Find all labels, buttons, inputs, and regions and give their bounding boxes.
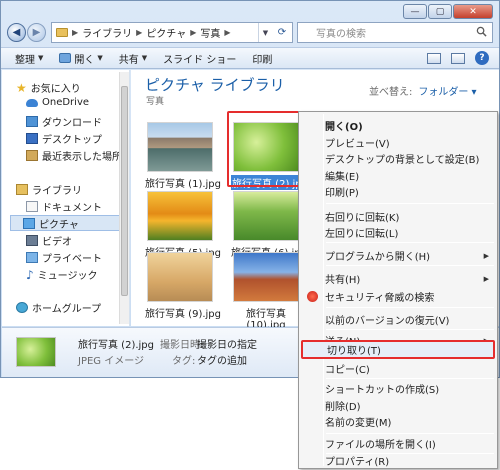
menu-item-rename[interactable]: 名前の変更(M) — [301, 412, 495, 431]
nav-onedrive[interactable]: OneDrive — [26, 97, 89, 108]
navigation-pane: ★ お気に入り OneDrive ダウンロード デスクトップ 最近表示した場所 … — [2, 70, 130, 326]
submenu-arrow-icon: ▶ — [483, 274, 489, 283]
command-bar: 整理 ▼ 開く ▼ 共有 ▼ スライド ショー 印刷 ? — [1, 47, 499, 69]
highlight-box — [227, 111, 305, 187]
menu-item-open-with[interactable]: プログラムから開く(H) ▶ — [301, 246, 495, 265]
chevron-down-icon: ▼ — [38, 54, 44, 62]
details-filename: 旅行写真 (2).jpg — [78, 340, 154, 351]
private-folder-icon — [26, 252, 38, 263]
photo-thumbnail — [233, 252, 299, 302]
cloud-icon — [26, 98, 38, 107]
nav-downloads[interactable]: ダウンロード — [26, 114, 102, 129]
details-date-value[interactable]: 撮影日の指定 — [197, 336, 257, 351]
homegroup-icon — [16, 302, 28, 313]
help-icon[interactable]: ? — [475, 51, 489, 65]
navpane-scrollbar[interactable] — [119, 72, 129, 324]
preview-pane-icon[interactable] — [451, 52, 465, 64]
menu-item-share[interactable]: 共有(H) ▶ — [301, 269, 495, 288]
address-bar[interactable]: ▶ ライブラリ ▶ ピクチャ ▶ 写真 ▶ ▼ ⟳ — [51, 22, 293, 43]
library-icon — [16, 184, 28, 195]
menu-separator — [326, 265, 494, 266]
nav-libraries[interactable]: ライブラリ — [16, 182, 82, 197]
breadcrumb: ライブラリ ▶ ピクチャ ▶ 写真 ▶ — [82, 25, 230, 40]
nav-favorites[interactable]: ★ お気に入り — [16, 80, 81, 96]
nav-documents[interactable]: ドキュメント — [26, 199, 102, 214]
context-menu: 開く(O) プレビュー(V) デスクトップの背景として設定(B) 編集(E) 印… — [298, 111, 498, 469]
window-controls: — ▢ ✕ — [403, 4, 493, 19]
print-button[interactable]: 印刷 — [252, 51, 272, 66]
library-title: ピクチャ ライブラリ — [145, 76, 285, 94]
file-tile[interactable]: 旅行写真 (1).jpg — [145, 122, 221, 190]
nav-videos[interactable]: ビデオ — [26, 233, 72, 248]
details-type: JPEG イメージ — [78, 356, 145, 367]
minimize-button[interactable]: — — [403, 4, 427, 19]
open-icon — [59, 53, 72, 63]
share-button[interactable]: 共有 ▼ — [119, 51, 147, 66]
menu-separator — [326, 203, 494, 204]
nav-recent-places[interactable]: 最近表示した場所 — [26, 148, 122, 163]
nav-music[interactable]: ♪ ミュージック — [26, 267, 97, 283]
open-button[interactable]: 開く ▼ — [59, 51, 103, 66]
change-view-icon[interactable] — [427, 52, 441, 64]
slideshow-button[interactable]: スライド ショー — [163, 51, 236, 66]
search-icon[interactable] — [476, 26, 487, 37]
details-tag-value[interactable]: タグの追加 — [197, 352, 247, 367]
forward-button[interactable]: ▶ — [27, 23, 46, 42]
file-tile[interactable]: 旅行写真 (10).jpg — [231, 252, 305, 331]
close-button[interactable]: ✕ — [453, 4, 493, 19]
arrange-by: 並べ替え: フォルダー ▾ — [369, 87, 477, 98]
chevron-down-icon: ▼ — [141, 54, 148, 62]
nav-private[interactable]: プライベート — [26, 250, 102, 265]
recent-places-icon — [26, 150, 38, 161]
photo-thumbnail — [147, 191, 213, 241]
security-shield-icon — [307, 291, 318, 302]
address-dropdown-button[interactable]: ▼ — [258, 23, 272, 42]
search-input[interactable]: 写真の検索 — [297, 22, 493, 43]
video-icon — [26, 235, 38, 246]
details-tag-label: タグ: — [172, 356, 196, 367]
file-tile[interactable]: 旅行写真 (9).jpg — [145, 252, 221, 320]
arrange-by-dropdown[interactable]: フォルダー ▾ — [418, 87, 476, 98]
file-tile[interactable]: 旅行写真 (6).jpg — [231, 191, 307, 259]
maximize-button[interactable]: ▢ — [428, 4, 452, 19]
back-button[interactable]: ◀ — [7, 23, 26, 42]
menu-separator — [326, 329, 494, 330]
organize-button[interactable]: 整理 ▼ — [15, 51, 43, 66]
document-icon — [26, 201, 38, 212]
folder-icon — [56, 28, 68, 37]
menu-item-security-scan[interactable]: セキュリティ脅威の検索 — [301, 287, 495, 306]
menu-item-rotate-left[interactable]: 左回りに回転(L) — [301, 223, 495, 242]
chevron-down-icon: ▼ — [97, 54, 103, 62]
pictures-icon — [23, 217, 35, 229]
details-thumbnail — [16, 337, 56, 367]
menu-item-restore-versions[interactable]: 以前のバージョンの復元(V) — [301, 310, 495, 329]
nav-homegroup[interactable]: ホームグループ — [16, 300, 101, 315]
refresh-icon[interactable]: ⟳ — [272, 23, 292, 42]
desktop-icon — [26, 133, 38, 144]
search-placeholder: 写真の検索 — [316, 29, 366, 40]
menu-item-cut[interactable]: 切り取り(T) — [301, 340, 495, 359]
music-icon: ♪ — [26, 267, 34, 282]
menu-separator — [326, 307, 494, 308]
photo-thumbnail — [233, 191, 299, 241]
menu-item-print[interactable]: 印刷(P) — [301, 182, 495, 201]
menu-item-properties[interactable]: プロパティ(R) — [301, 451, 495, 470]
file-tile[interactable]: 旅行写真 (5).jpg — [145, 191, 221, 259]
scrollbar-thumb[interactable] — [121, 86, 128, 296]
breadcrumb-photos[interactable]: 写真 — [200, 25, 220, 40]
menu-item-copy[interactable]: コピー(C) — [301, 359, 495, 378]
library-subtitle: 写真 — [146, 97, 165, 107]
nav-desktop[interactable]: デスクトップ — [26, 131, 102, 146]
breadcrumb-pictures[interactable]: ピクチャ — [146, 25, 186, 40]
photo-thumbnail — [147, 252, 213, 302]
download-icon — [26, 116, 38, 127]
breadcrumb-libraries[interactable]: ライブラリ — [82, 25, 132, 40]
menu-separator — [326, 242, 494, 243]
nav-pictures[interactable]: ピクチャ — [10, 215, 120, 231]
star-icon: ★ — [16, 80, 27, 95]
photo-thumbnail — [147, 122, 213, 172]
submenu-arrow-icon: ▶ — [483, 251, 489, 260]
